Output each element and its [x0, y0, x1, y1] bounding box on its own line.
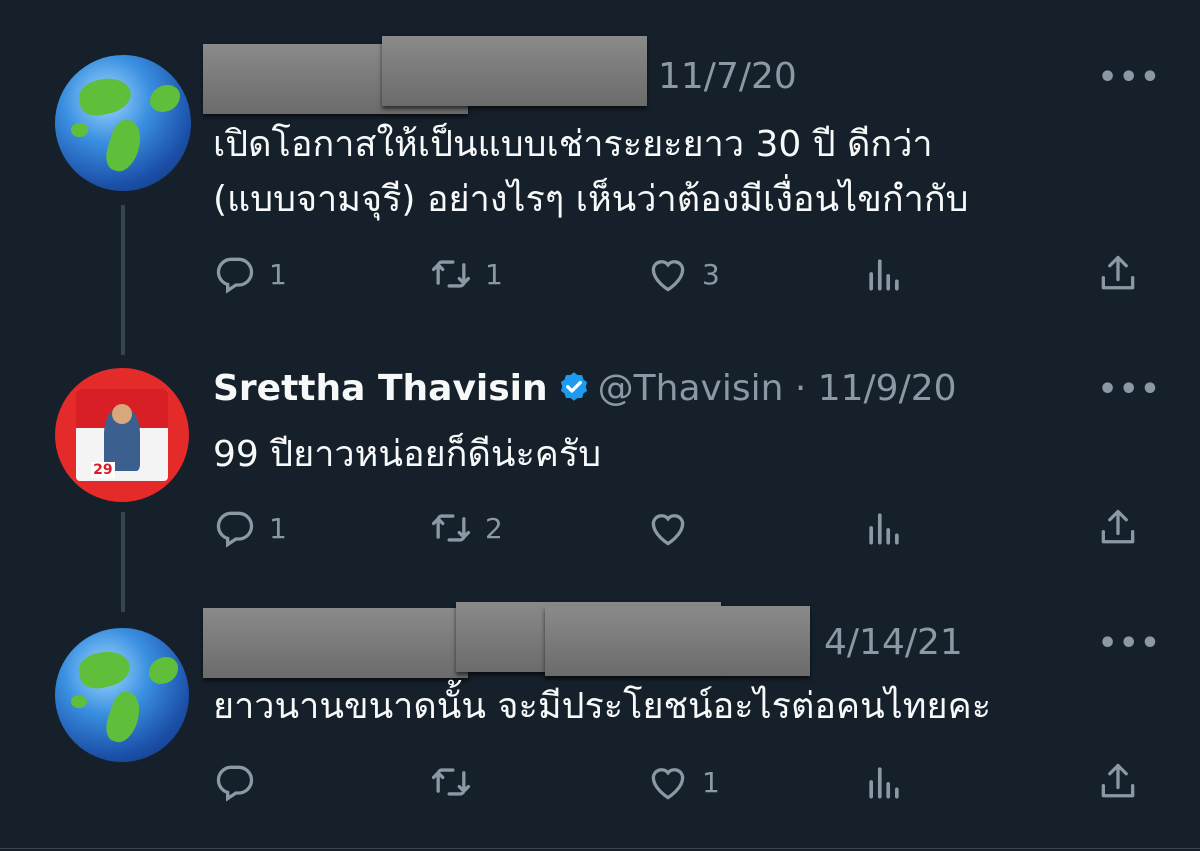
like-count: 3 [702, 257, 720, 291]
tweet-header: 11/7/20 [658, 56, 797, 97]
share-icon [1096, 760, 1140, 804]
verified-badge-icon [560, 372, 587, 401]
views-icon [862, 506, 906, 550]
views-icon [862, 252, 906, 296]
reply-button[interactable] [213, 760, 269, 804]
tweet-text-line: (แบบจามจุรี) อย่างไรๆ เห็นว่าต้องมีเงื่อ… [213, 179, 969, 220]
more-icon[interactable]: ••• [1098, 626, 1162, 661]
author-handle[interactable]: @Thavisin [598, 368, 784, 409]
tweet-date[interactable]: · 11/9/20 [795, 368, 957, 409]
globe-avatar[interactable] [55, 55, 191, 191]
like-icon [646, 252, 690, 296]
retweet-button[interactable] [429, 760, 485, 804]
reply-icon [213, 506, 257, 550]
globe-emoji-icon [55, 55, 191, 191]
like-button[interactable] [646, 506, 702, 550]
share-button[interactable] [1096, 506, 1140, 550]
like-button[interactable]: 1 [646, 760, 720, 804]
redacted-handle-block [545, 606, 810, 676]
author-name[interactable]: Srettha Thavisin [213, 368, 548, 409]
globe-emoji-icon [55, 628, 189, 762]
campaign-poster-image: 29 [55, 368, 189, 502]
reply-button[interactable]: 1 [213, 506, 287, 550]
retweet-button[interactable]: 1 [429, 252, 503, 296]
share-button[interactable] [1096, 252, 1140, 296]
reply-icon [213, 760, 257, 804]
tweet-1[interactable]: 11/7/20 ••• เปิดโอกาสให้เป็นแบบเช่าระยะย… [0, 0, 1200, 330]
like-icon [646, 760, 690, 804]
divider [0, 848, 1200, 849]
srettha-avatar[interactable]: 29 [55, 368, 189, 502]
tweet-header: 4/14/21 [824, 622, 963, 663]
tweet-2[interactable]: 29 Srettha Thavisin @Thavisin · 11/9/20 •… [0, 330, 1200, 590]
tweet-text-line: ยาวนานขนาดนั้น จะมีประโยชน์อะไรต่อคนไทยค… [213, 686, 992, 727]
reply-count: 1 [269, 511, 287, 545]
reply-button[interactable]: 1 [213, 252, 287, 296]
tweet-3[interactable]: 4/14/21 ••• ยาวนานขนาดนั้น จะมีประโยชน์อ… [0, 590, 1200, 848]
views-icon [862, 760, 906, 804]
share-icon [1096, 252, 1140, 296]
more-icon[interactable]: ••• [1098, 372, 1162, 407]
like-count: 1 [702, 765, 720, 799]
tweet-text-line: เปิดโอกาสให้เป็นแบบเช่าระยะยาว 30 ปี ดีก… [213, 124, 933, 165]
more-icon[interactable]: ••• [1098, 60, 1162, 95]
reply-icon [213, 252, 257, 296]
like-icon [646, 506, 690, 550]
redacted-name-block [203, 608, 468, 678]
tweet-date[interactable]: 4/14/21 [824, 622, 963, 663]
share-icon [1096, 506, 1140, 550]
tweet-actions: 1 2 [213, 506, 1143, 550]
views-button[interactable] [862, 252, 906, 296]
redacted-handle-block [382, 36, 647, 106]
retweet-count: 2 [485, 511, 503, 545]
views-button[interactable] [862, 506, 906, 550]
retweet-button[interactable]: 2 [429, 506, 503, 550]
tweet-date[interactable]: 11/7/20 [658, 56, 797, 97]
tweet-header: Srettha Thavisin @Thavisin · 11/9/20 [213, 368, 957, 409]
tweet-text: ยาวนานขนาดนั้น จะมีประโยชน์อะไรต่อคนไทยค… [213, 679, 991, 734]
tweet-text-line: 99 ปียาวหน่อยก็ดีน่ะครับ [213, 434, 602, 475]
globe-avatar[interactable] [55, 628, 189, 762]
retweet-icon [429, 506, 473, 550]
tweet-actions: 1 1 3 [213, 252, 1143, 296]
retweet-icon [429, 760, 473, 804]
tweet-text: เปิดโอกาสให้เป็นแบบเช่าระยะยาว 30 ปี ดีก… [213, 117, 969, 227]
like-button[interactable]: 3 [646, 252, 720, 296]
reply-count: 1 [269, 257, 287, 291]
tweet-text: 99 ปียาวหน่อยก็ดีน่ะครับ [213, 427, 601, 482]
share-button[interactable] [1096, 760, 1140, 804]
retweet-count: 1 [485, 257, 503, 291]
tweet-actions: 1 [213, 760, 1143, 804]
poster-number: 29 [91, 461, 115, 478]
views-button[interactable] [862, 760, 906, 804]
retweet-icon [429, 252, 473, 296]
